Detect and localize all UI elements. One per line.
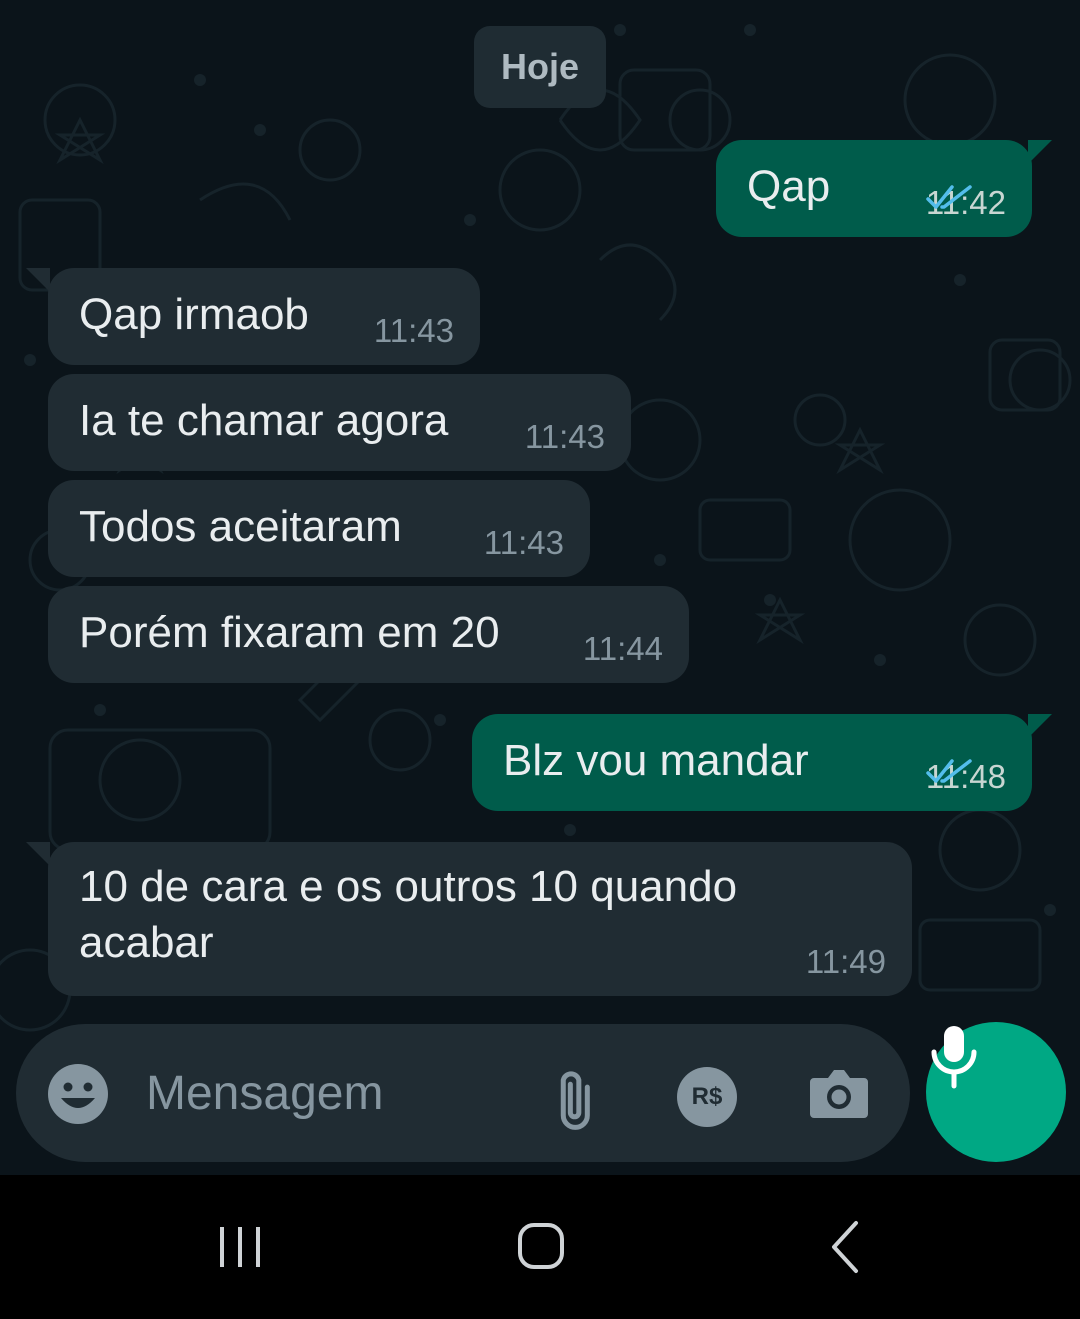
message-time: 11:49 — [805, 943, 886, 980]
mic-button[interactable] — [926, 1022, 1066, 1162]
message-meta: 11:43 — [525, 417, 605, 457]
message-meta: 11:42 — [926, 183, 1006, 223]
message-bubble-outgoing[interactable]: Qap 11:42 — [716, 140, 1032, 237]
message-text: Qap irmaob — [79, 290, 309, 339]
camera-icon[interactable] — [808, 1064, 870, 1124]
double-check-read-icon — [926, 759, 972, 783]
message-text: Blz vou mandar — [503, 736, 809, 785]
message-meta: 11:43 — [374, 311, 454, 351]
system-navigation-bar — [0, 1175, 1080, 1319]
back-icon[interactable] — [810, 1215, 880, 1279]
message-time: 11:44 — [582, 630, 663, 667]
message-text: Qap — [747, 162, 831, 211]
message-meta: 11:49 — [806, 942, 886, 982]
message-time: 11:43 — [524, 418, 605, 455]
bubble-tail — [1028, 140, 1052, 164]
message-bubble-outgoing[interactable]: Blz vou mandar 11:48 — [472, 714, 1032, 811]
home-icon[interactable] — [506, 1215, 576, 1279]
double-check-read-icon — [926, 185, 972, 209]
recent-apps-icon[interactable] — [205, 1215, 275, 1279]
message-bubble-incoming[interactable]: Ia te chamar agora 11:43 — [48, 374, 631, 471]
date-chip-label: Hoje — [500, 46, 579, 87]
message-text: Porém fixaram em 20 — [79, 608, 500, 657]
bubble-tail — [1028, 714, 1052, 738]
emoji-icon[interactable] — [46, 1062, 110, 1126]
paperclip-icon[interactable] — [541, 1062, 611, 1132]
bubble-tail — [26, 268, 50, 292]
message-text: Ia te chamar agora — [79, 396, 449, 445]
mic-icon — [931, 1026, 977, 1089]
message-meta: 11:44 — [583, 629, 663, 669]
message-bubble-incoming[interactable]: Porém fixaram em 20 11:44 — [48, 586, 689, 683]
message-composer: Mensagem R$ — [16, 1024, 910, 1162]
date-chip: Hoje — [474, 26, 606, 108]
message-bubble-incoming[interactable]: 10 de cara e os outros 10 quando acabar … — [48, 842, 912, 996]
payment-icon[interactable]: R$ — [677, 1067, 737, 1127]
message-text: 10 de cara e os outros 10 quando — [79, 862, 738, 911]
message-bubble-incoming[interactable]: Qap irmaob 11:43 — [48, 268, 480, 365]
message-time: 11:43 — [483, 524, 564, 561]
message-meta: 11:43 — [484, 523, 564, 563]
message-meta: 11:48 — [926, 757, 1006, 797]
message-text: Todos aceitaram — [79, 502, 402, 551]
chat-background: Hoje Qap 11:42 Qap irmaob 11:43 Ia te ch… — [0, 0, 1080, 1175]
message-bubble-incoming[interactable]: Todos aceitaram 11:43 — [48, 480, 590, 577]
message-input[interactable]: Mensagem — [146, 1064, 383, 1124]
message-text-continued: acabar — [79, 918, 214, 967]
bubble-tail — [26, 842, 50, 866]
payment-label: R$ — [691, 1083, 723, 1110]
message-time: 11:43 — [373, 312, 454, 349]
